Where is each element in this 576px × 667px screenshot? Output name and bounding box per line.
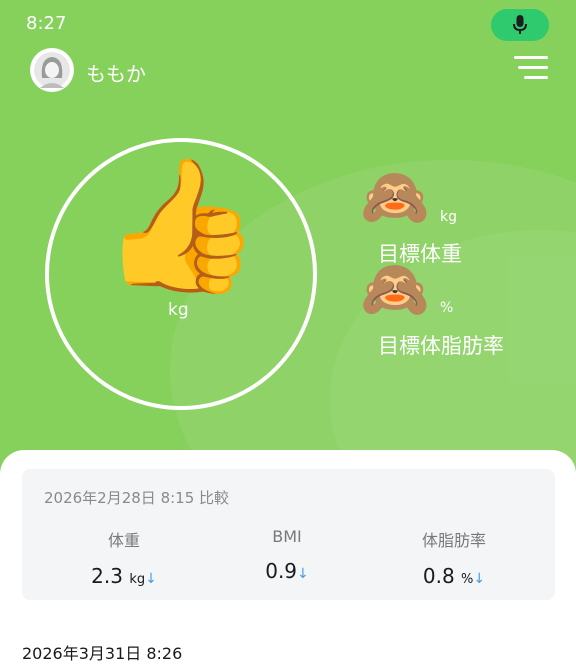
down-arrow-icon: ↓ — [297, 566, 309, 582]
goal-weight-unit: kg — [440, 209, 457, 225]
stat-number: 2.3 — [91, 564, 123, 588]
down-arrow-icon: ↓ — [145, 571, 157, 587]
thumbs-up-icon: 👍 — [100, 149, 262, 301]
stat-label: 体脂肪率 — [421, 531, 486, 550]
stat-unit: % — [461, 572, 474, 587]
menu-icon — [524, 76, 548, 79]
status-time: 8:27 — [26, 13, 67, 34]
stat-unit: kg — [129, 572, 146, 587]
down-arrow-icon: ↓ — [473, 571, 486, 587]
user-name[interactable]: ももか — [86, 58, 146, 87]
stat-value: 2.3 kg↓ — [44, 564, 204, 588]
user-avatar-icon — [34, 52, 70, 88]
stat-value: 0.9↓ — [207, 559, 367, 583]
see-no-evil-monkey-icon: 🙈 — [360, 165, 430, 230]
stat-label: 体重 — [107, 531, 140, 550]
microphone-icon — [513, 15, 527, 34]
latest-entry-date[interactable]: 2026年3月31日 8:26 — [22, 640, 182, 664]
stat-weight: 体重 2.3 kg↓ — [44, 527, 204, 588]
summary-unit: kg — [168, 300, 189, 320]
stat-body-fat: 体脂肪率 0.8 %↓ — [374, 527, 534, 588]
goal-body-fat-label[interactable]: 目標体脂肪率 — [378, 330, 504, 360]
header-area: 8:27 ももか 👍 kg 🙈 kg 目標体重 🙈 % 目標体脂肪率 — [0, 0, 576, 490]
stat-number: 0.8 — [422, 564, 455, 588]
comparison-card[interactable]: 2026年2月28日 8:15 比較 体重 2.3 kg↓ BMI 0.9↓ 体… — [22, 469, 555, 600]
voice-button[interactable] — [491, 9, 549, 41]
menu-button[interactable] — [512, 52, 548, 84]
stat-number: 0.9 — [265, 559, 298, 583]
bottom-sheet: 2026年2月28日 8:15 比較 体重 2.3 kg↓ BMI 0.9↓ 体… — [0, 450, 576, 667]
stat-value: 0.8 %↓ — [374, 564, 534, 588]
comparison-date: 2026年2月28日 8:15 比較 — [44, 489, 230, 507]
goal-body-fat-unit: % — [440, 300, 454, 316]
stat-bmi: BMI 0.9↓ — [207, 527, 367, 583]
stat-label: BMI — [272, 527, 302, 546]
see-no-evil-monkey-icon: 🙈 — [360, 257, 430, 322]
menu-icon — [518, 66, 548, 69]
avatar[interactable] — [30, 48, 74, 92]
menu-icon — [514, 56, 548, 59]
